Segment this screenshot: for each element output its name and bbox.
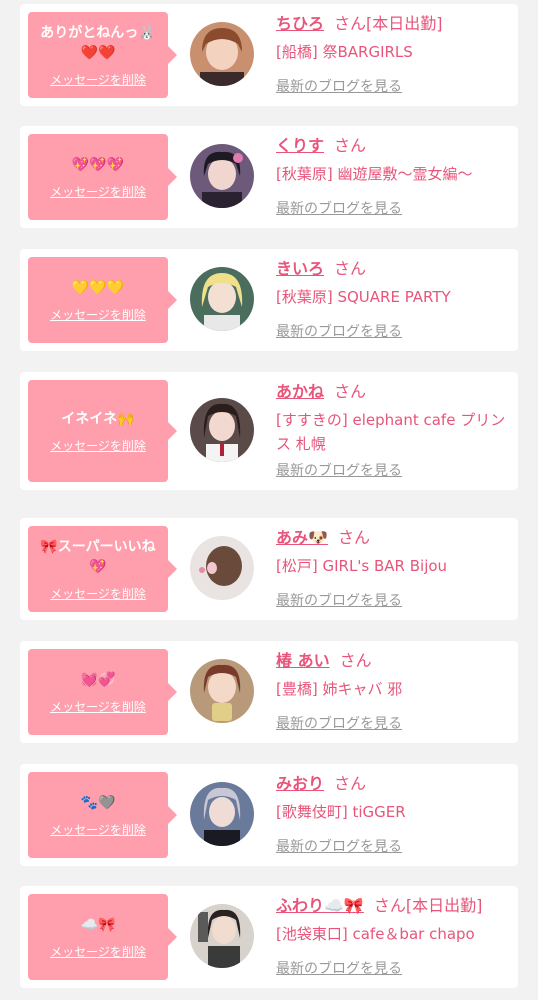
cast-name-link[interactable]: 椿 あい [276, 651, 330, 670]
message-text: 💓💞 [80, 671, 116, 688]
latest-blog-link[interactable]: 最新のブログを見る [276, 836, 402, 856]
delete-message-link[interactable]: メッセージを削除 [50, 71, 146, 88]
honorific: さん [373, 896, 406, 915]
delete-message-link[interactable]: メッセージを削除 [50, 943, 146, 960]
cast-info: ふわり☁️🎀 さん[本日出勤] [池袋東口] cafe＆bar chapo [276, 894, 512, 946]
message-bubble: イネイネ🙌 メッセージを削除 [28, 380, 177, 482]
shop-name: [歌舞伎町] tiGGER [276, 803, 406, 821]
message-bubble: ありがとねんっ🐰❤️❤️ メッセージを削除 [28, 12, 177, 98]
avatar[interactable] [190, 144, 254, 208]
cast-name-link[interactable]: あみ🐶 [276, 528, 328, 547]
message-bubble: 💛💛💛 メッセージを削除 [28, 257, 177, 343]
avatar[interactable] [190, 267, 254, 331]
message-bubble: 💖💖💖 メッセージを削除 [28, 134, 177, 220]
cast-name-link[interactable]: くりす [276, 136, 324, 155]
cast-info: きいろ さん [秋葉原] SQUARE PARTY [276, 257, 512, 309]
latest-blog-link[interactable]: 最新のブログを見る [276, 460, 402, 480]
message-card: 🐾🩶 メッセージを削除 みおり さん [歌舞伎町] tiGGER 最新のブログを見… [20, 764, 518, 866]
honorific: さん [334, 774, 367, 793]
latest-blog-link[interactable]: 最新のブログを見る [276, 76, 402, 96]
shop-name: [松戸] GIRL's BAR Bijou [276, 557, 448, 575]
cast-info: あみ🐶 さん [松戸] GIRL's BAR Bijou [276, 526, 512, 578]
honorific: さん [334, 14, 367, 33]
avatar[interactable] [190, 398, 254, 462]
honorific: さん [334, 259, 367, 278]
delete-message-link[interactable]: メッセージを削除 [50, 821, 146, 838]
message-card: イネイネ🙌 メッセージを削除 あかね さん [すすきの] elephant caf… [20, 372, 518, 490]
working-today-badge: [本日出勤] [405, 896, 483, 915]
shop-name: [池袋東口] cafe＆bar chapo [276, 925, 475, 943]
avatar[interactable] [190, 22, 254, 86]
message-card: 💛💛💛 メッセージを削除 きいろ さん [秋葉原] SQUARE PARTY 最新… [20, 249, 518, 351]
delete-message-link[interactable]: メッセージを削除 [50, 437, 146, 454]
cast-info: 椿 あい さん [豊橋] 姉キャバ 邪 [276, 649, 512, 701]
message-text: イネイネ🙌 [61, 410, 135, 427]
latest-blog-link[interactable]: 最新のブログを見る [276, 590, 402, 610]
cast-name-link[interactable]: ちひろ [276, 14, 324, 33]
message-text: 🐾🩶 [80, 794, 116, 811]
message-card: 🎀スーパーいいね💖 メッセージを削除 あみ🐶 さん [松戸] GIRL's BAR… [20, 518, 518, 620]
message-bubble: 🐾🩶 メッセージを削除 [28, 772, 177, 858]
shop-name: [豊橋] 姉キャバ 邪 [276, 680, 403, 698]
message-text: 💖💖💖 [71, 156, 125, 173]
cast-info: みおり さん [歌舞伎町] tiGGER [276, 772, 512, 824]
cast-name-link[interactable]: きいろ [276, 259, 324, 278]
honorific: さん [337, 528, 370, 547]
latest-blog-link[interactable]: 最新のブログを見る [276, 958, 402, 978]
delete-message-link[interactable]: メッセージを削除 [50, 183, 146, 200]
avatar[interactable] [190, 659, 254, 723]
message-bubble: 🎀スーパーいいね💖 メッセージを削除 [28, 526, 177, 612]
message-text: 🎀スーパーいいね💖 [40, 538, 156, 575]
cast-info: あかね さん [すすきの] elephant cafe プリンス 札幌 [276, 380, 512, 456]
latest-blog-link[interactable]: 最新のブログを見る [276, 713, 402, 733]
honorific: さん [339, 651, 372, 670]
cast-info: くりす さん [秋葉原] 幽遊屋敷〜霊女編〜 [276, 134, 512, 186]
message-bubble: 💓💞 メッセージを削除 [28, 649, 177, 735]
latest-blog-link[interactable]: 最新のブログを見る [276, 321, 402, 341]
shop-name: [秋葉原] 幽遊屋敷〜霊女編〜 [276, 165, 473, 183]
message-text: ありがとねんっ🐰❤️❤️ [40, 24, 156, 61]
honorific: さん [334, 382, 367, 401]
working-today-badge: [本日出勤] [366, 14, 443, 33]
message-text: 💛💛💛 [71, 279, 125, 296]
cast-name-link[interactable]: ふわり☁️🎀 [276, 896, 364, 915]
shop-name: [船橋] 祭BARGIRLS [276, 43, 413, 61]
message-card: 💓💞 メッセージを削除 椿 あい さん [豊橋] 姉キャバ 邪 最新のブログを見る [20, 641, 518, 743]
delete-message-link[interactable]: メッセージを削除 [50, 306, 146, 323]
delete-message-link[interactable]: メッセージを削除 [50, 585, 146, 602]
message-card: ありがとねんっ🐰❤️❤️ メッセージを削除 ちひろ さん[本日出勤] [船橋] 祭… [20, 4, 518, 106]
delete-message-link[interactable]: メッセージを削除 [50, 698, 146, 715]
shop-name: [秋葉原] SQUARE PARTY [276, 288, 451, 306]
avatar[interactable] [190, 904, 254, 968]
message-text: ☁️🎀 [80, 916, 116, 933]
latest-blog-link[interactable]: 最新のブログを見る [276, 198, 402, 218]
cast-name-link[interactable]: あかね [276, 382, 324, 401]
message-card: 💖💖💖 メッセージを削除 くりす さん [秋葉原] 幽遊屋敷〜霊女編〜 最新のブロ… [20, 126, 518, 228]
message-bubble: ☁️🎀 メッセージを削除 [28, 894, 177, 980]
avatar[interactable] [190, 536, 254, 600]
honorific: さん [334, 136, 367, 155]
cast-name-link[interactable]: みおり [276, 774, 324, 793]
cast-info: ちひろ さん[本日出勤] [船橋] 祭BARGIRLS [276, 12, 512, 64]
shop-name: [すすきの] elephant cafe プリンス 札幌 [276, 411, 506, 453]
message-card: ☁️🎀 メッセージを削除 ふわり☁️🎀 さん[本日出勤] [池袋東口] cafe＆… [20, 886, 518, 988]
avatar[interactable] [190, 782, 254, 846]
